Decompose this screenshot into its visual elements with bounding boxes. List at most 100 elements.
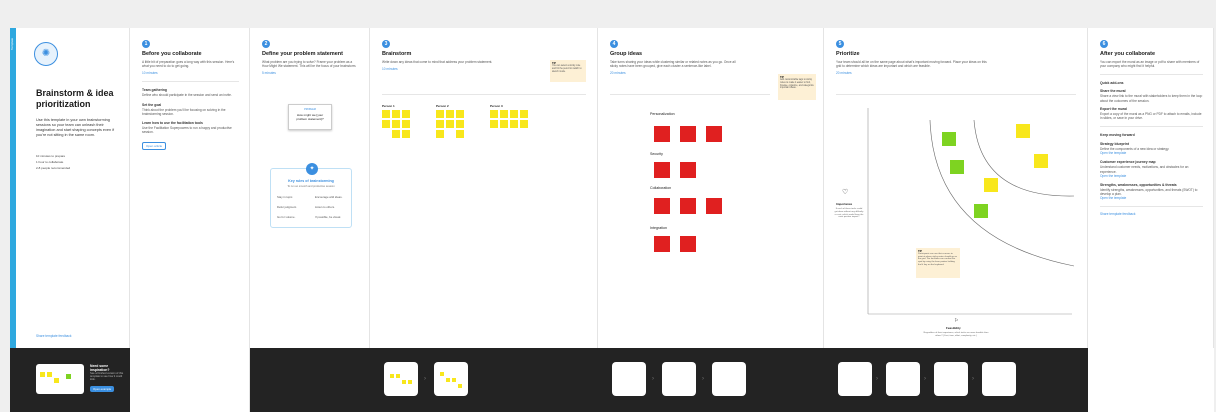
sticky-note[interactable] (680, 162, 696, 178)
sticky-note[interactable] (456, 110, 464, 118)
sticky-note[interactable] (392, 120, 400, 128)
sticky-note[interactable] (490, 110, 498, 118)
sticky-note[interactable] (382, 110, 390, 118)
intro-stats: 10 minutes to prepare 1 hour to collabor… (36, 154, 70, 170)
prioritize-thumbnail-1[interactable] (838, 362, 872, 396)
define-desc: What problem are you trying to solve? Fr… (262, 60, 357, 69)
sticky-note[interactable] (402, 120, 410, 128)
step-c-title: Learn how to use the facilitation tools (142, 121, 203, 126)
before-title: Before you collaborate (142, 51, 202, 57)
sticky-note[interactable] (446, 110, 454, 118)
tip-card: TIP Add customizable tags to sticky note… (778, 74, 816, 100)
sticky-note[interactable] (446, 120, 454, 128)
rule-3: Defer judgment. (277, 205, 297, 209)
prioritize-thumbnail-2[interactable] (886, 362, 920, 396)
sticky-note[interactable] (706, 198, 722, 214)
person-3-label: Person 3 (490, 104, 503, 108)
thumb-sticky (402, 380, 406, 384)
sticky-note[interactable] (680, 236, 696, 252)
thumb-sticky (54, 378, 59, 383)
sticky-note[interactable] (490, 120, 498, 128)
brainstorm-thumbnail-2[interactable] (434, 362, 468, 396)
step-a: Team gathering Define who should partici… (142, 88, 239, 97)
open-template-link[interactable]: Open the template (1100, 151, 1203, 155)
brainstorm-desc: Write down any ideas that come to mind t… (382, 60, 493, 64)
sticky-note[interactable] (680, 126, 696, 142)
sticky-note[interactable] (436, 130, 444, 138)
feedback-link[interactable]: Share template feedback (36, 334, 71, 338)
brainstorm-thumbnail-1[interactable] (384, 362, 418, 396)
sticky-note[interactable] (500, 110, 508, 118)
share-title: Share the mural (1100, 89, 1126, 94)
group-thumbnail-3[interactable] (712, 362, 746, 396)
mural-board: Template ✺ Brainstorm & idea prioritizat… (10, 28, 1214, 412)
arrow-icon: › (924, 376, 926, 382)
sticky-note[interactable] (510, 110, 518, 118)
cluster-integration: Integration (650, 226, 667, 230)
template-tab-label[interactable]: Template (10, 38, 14, 50)
sticky-note[interactable] (942, 132, 956, 146)
sticky-note[interactable] (950, 160, 964, 174)
sticky-note[interactable] (456, 120, 464, 128)
example-thumbnail[interactable] (36, 364, 84, 394)
step-b: Set the goal Think about the problem you… (142, 103, 239, 116)
forward-item[interactable]: Customer experience journey map Understa… (1100, 160, 1203, 177)
step-number: 3 (382, 40, 390, 48)
forward-item[interactable]: Strategy blueprint Define the components… (1100, 142, 1203, 155)
sticky-note[interactable] (382, 120, 390, 128)
sticky-note[interactable] (500, 120, 508, 128)
open-article-button[interactable]: Open article (142, 142, 167, 151)
sticky-note[interactable] (402, 110, 410, 118)
tip-text: You can select a sticky note and hit the… (552, 65, 582, 73)
sticky-note[interactable] (680, 198, 696, 214)
open-template-link[interactable]: Open the template (1100, 174, 1203, 178)
sticky-note[interactable] (654, 162, 670, 178)
sticky-note[interactable] (436, 120, 444, 128)
divider (1100, 74, 1203, 76)
sticky-note[interactable] (510, 120, 518, 128)
forward-item-title: Strengths, weaknesses, opportunities & t… (1100, 182, 1177, 187)
sticky-note[interactable] (520, 120, 528, 128)
sticky-note[interactable] (974, 204, 988, 218)
after-desc: You can export the mural as an image or … (1100, 60, 1200, 69)
tip-text: Participants can use their cursors to po… (918, 253, 957, 266)
problem-card[interactable]: PROBLEM How might we [your problem state… (288, 104, 332, 130)
group-thumbnail-2[interactable] (662, 362, 696, 396)
prioritize-thumbnail-3[interactable] (934, 362, 968, 396)
sticky-note[interactable] (654, 236, 670, 252)
thumb-sticky (47, 372, 52, 377)
template-sidebar: Template (10, 28, 16, 348)
forward-item-desc: Understand customer needs, motivations, … (1100, 165, 1189, 174)
open-example-button[interactable]: Open example (90, 386, 115, 392)
before-header: 1 Before you collaborate A little bit of… (142, 40, 239, 152)
sticky-note[interactable] (392, 130, 400, 138)
export-title: Export the mural (1100, 106, 1127, 111)
step-a-desc: Define who should participate in the ses… (142, 93, 232, 98)
sticky-note[interactable] (654, 126, 670, 142)
tip-text: Add customizable tags to sticky notes to… (780, 79, 814, 90)
rules-card: ✦ Key rules of brainstorming To run an s… (270, 163, 352, 228)
forward-item[interactable]: Strengths, weaknesses, opportunities & t… (1100, 183, 1203, 200)
sticky-note[interactable] (520, 110, 528, 118)
step-c: Learn how to use the facilitation tools … (142, 121, 239, 152)
sticky-note[interactable] (402, 130, 410, 138)
divider (1100, 126, 1203, 128)
group-thumbnail-1[interactable] (612, 362, 646, 396)
step-number: 1 (142, 40, 150, 48)
sticky-note[interactable] (984, 178, 998, 192)
sticky-note[interactable] (456, 130, 464, 138)
sticky-note[interactable] (706, 126, 722, 142)
sticky-note[interactable] (654, 198, 670, 214)
sticky-note[interactable] (392, 110, 400, 118)
open-template-link[interactable]: Open the template (1100, 196, 1203, 200)
prioritize-thumbnail-4[interactable] (982, 362, 1016, 396)
define-title: Define your problem statement (262, 51, 343, 57)
sticky-note[interactable] (436, 110, 444, 118)
person-1-label: Person 1 (382, 104, 395, 108)
feedback-link[interactable]: Share template feedback (1100, 212, 1203, 216)
sticky-note[interactable] (1034, 154, 1048, 168)
share-desc: Share a view link to the mural with stak… (1100, 94, 1203, 103)
sticky-note[interactable] (1016, 124, 1030, 138)
after-bottom (1088, 348, 1214, 412)
export-desc: Export a copy of the mural as a PNG or P… (1100, 111, 1202, 121)
